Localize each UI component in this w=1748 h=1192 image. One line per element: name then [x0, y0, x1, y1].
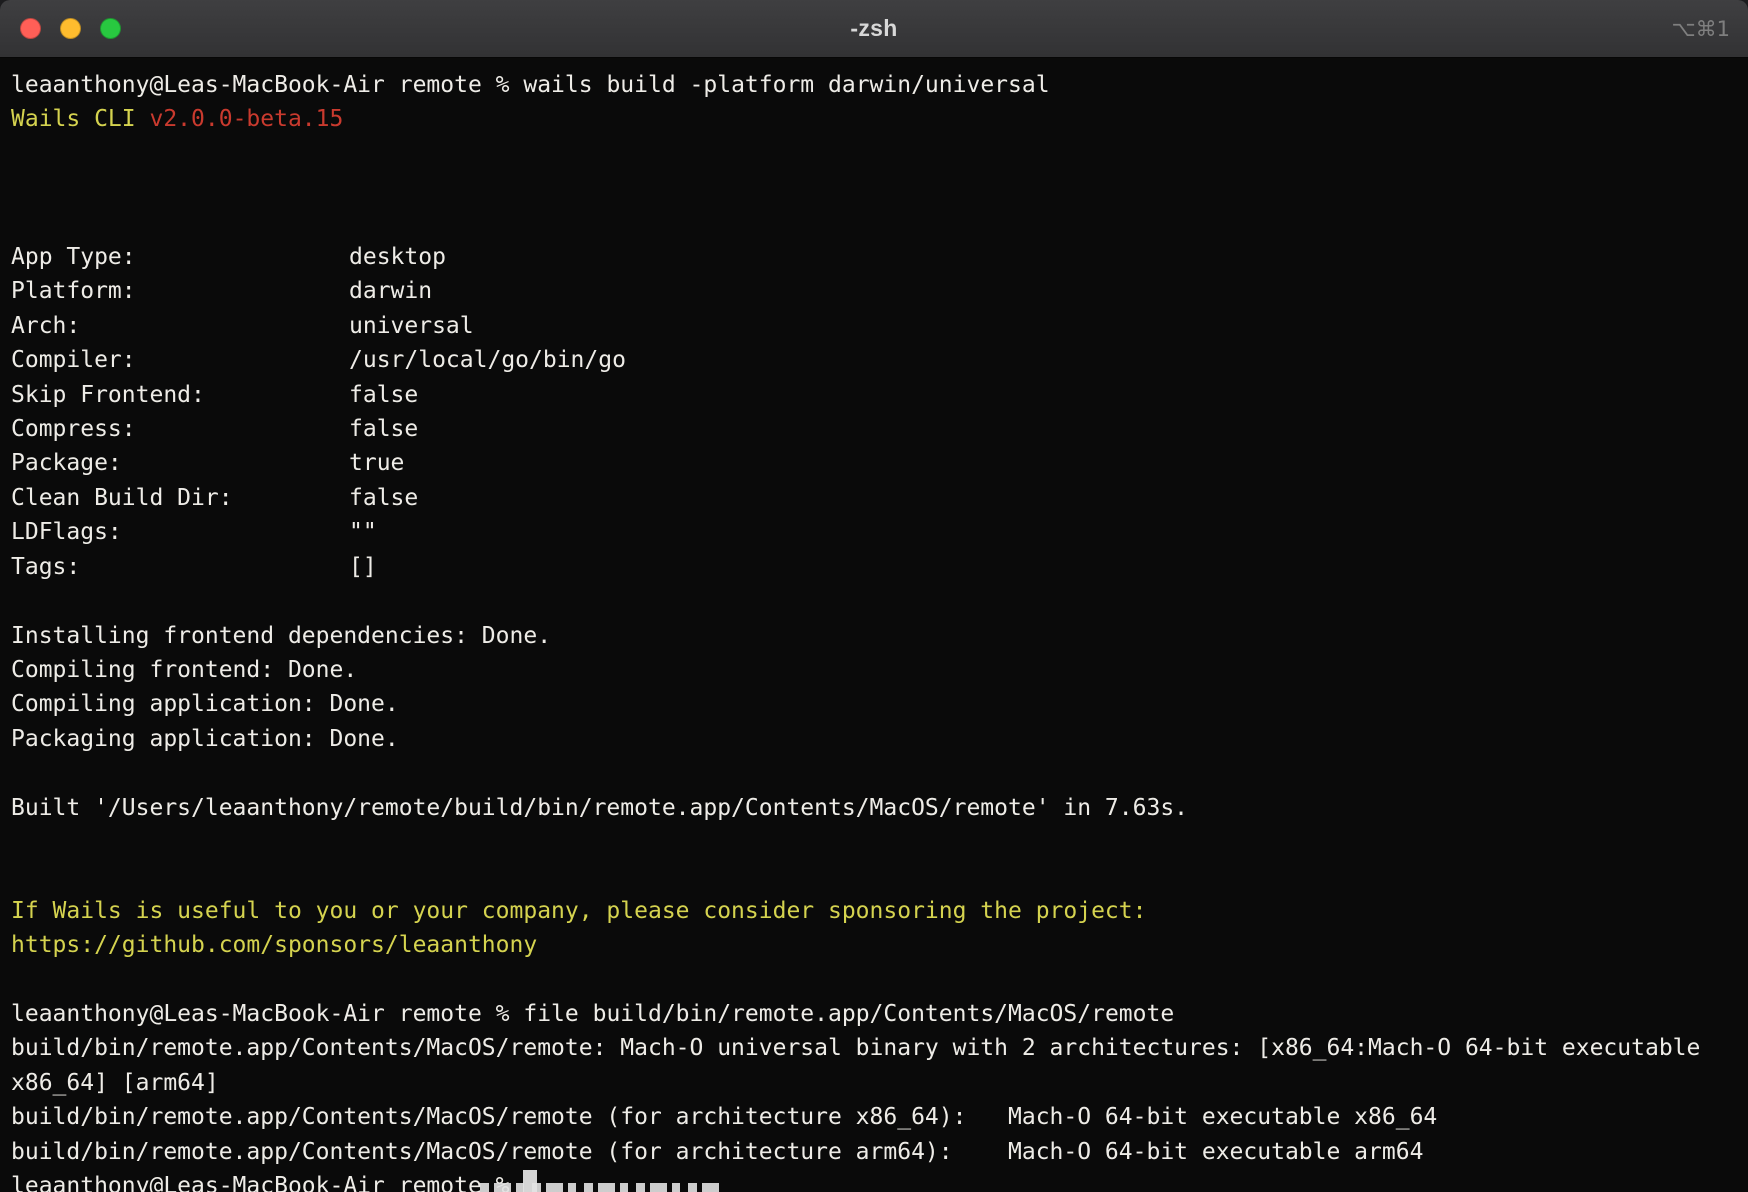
- file-output: build/bin/remote.app/Contents/MacOS/remo…: [11, 1139, 1423, 1165]
- terminal-line: [11, 137, 1737, 171]
- terminal-line: LDFlags:"": [11, 515, 1737, 549]
- config-key: Tags:: [11, 550, 349, 584]
- shell-prompt: leaanthony@Leas-MacBook-Air remote %: [11, 72, 523, 98]
- terminal-line: leaanthony@Leas-MacBook-Air remote %: [11, 1169, 1737, 1192]
- terminal-line: [11, 859, 1737, 893]
- terminal-line: leaanthony@Leas-MacBook-Air remote % wai…: [11, 68, 1737, 102]
- command: file build/bin/remote.app/Contents/MacOS…: [523, 1001, 1174, 1027]
- status-line: Compiling frontend: Done.: [11, 657, 357, 683]
- status-line: Installing frontend dependencies: Done.: [11, 623, 551, 649]
- terminal-line: Wails CLI v2.0.0-beta.15: [11, 102, 1737, 136]
- terminal-line: Compiling application: Done.: [11, 687, 1737, 721]
- config-value: /usr/local/go/bin/go: [349, 347, 626, 373]
- window-shortcut-badge: ⌥⌘1: [1671, 17, 1730, 41]
- terminal-line: Compiler:/usr/local/go/bin/go: [11, 343, 1737, 377]
- file-output: build/bin/remote.app/Contents/MacOS/remo…: [11, 1035, 1700, 1061]
- config-key: Compiler:: [11, 343, 349, 377]
- config-value: "": [349, 519, 377, 545]
- terminal-line: x86_64] [arm64]: [11, 1066, 1737, 1100]
- config-value: darwin: [349, 278, 432, 304]
- shell-prompt: leaanthony@Leas-MacBook-Air remote %: [11, 1001, 523, 1027]
- minimize-button[interactable]: [60, 18, 81, 39]
- zoom-button[interactable]: [100, 18, 121, 39]
- terminal-body[interactable]: leaanthony@Leas-MacBook-Air remote % wai…: [0, 58, 1748, 1192]
- sponsor-message: If Wails is useful to you or your compan…: [11, 898, 1146, 924]
- terminal-line: [11, 963, 1737, 997]
- terminal-line: Compress:false: [11, 412, 1737, 446]
- config-value: false: [349, 485, 418, 511]
- config-key: Skip Frontend:: [11, 378, 349, 412]
- file-output: build/bin/remote.app/Contents/MacOS/remo…: [11, 1104, 1437, 1130]
- terminal-line: Built '/Users/leaanthony/remote/build/bi…: [11, 791, 1737, 825]
- terminal-line: Compiling frontend: Done.: [11, 653, 1737, 687]
- config-value: desktop: [349, 244, 446, 270]
- sponsor-link[interactable]: https://github.com/sponsors/leaanthony: [11, 932, 537, 958]
- file-output: x86_64] [arm64]: [11, 1070, 219, 1096]
- terminal-line: build/bin/remote.app/Contents/MacOS/remo…: [11, 1031, 1737, 1065]
- terminal-line: https://github.com/sponsors/leaanthony: [11, 928, 1737, 962]
- command: wails build -platform darwin/universal: [523, 72, 1049, 98]
- config-value: universal: [349, 313, 474, 339]
- clipped-scrollback-artifact: [480, 1183, 720, 1192]
- terminal-line: [11, 756, 1737, 790]
- terminal-window: -zsh ⌥⌘1 leaanthony@Leas-MacBook-Air rem…: [0, 0, 1748, 1192]
- terminal-line: Platform:darwin: [11, 274, 1737, 308]
- status-line: Compiling application: Done.: [11, 691, 399, 717]
- terminal-line: leaanthony@Leas-MacBook-Air remote % fil…: [11, 997, 1737, 1031]
- terminal-line: If Wails is useful to you or your compan…: [11, 894, 1737, 928]
- terminal-line: Arch:universal: [11, 309, 1737, 343]
- terminal-line: Packaging application: Done.: [11, 722, 1737, 756]
- config-key: Package:: [11, 446, 349, 480]
- terminal-line: App Type:desktop: [11, 240, 1737, 274]
- terminal-line: [11, 584, 1737, 618]
- config-key: Arch:: [11, 309, 349, 343]
- config-value: false: [349, 382, 418, 408]
- config-key: LDFlags:: [11, 515, 349, 549]
- wails-cli-label: Wails CLI: [11, 106, 149, 132]
- config-value: false: [349, 416, 418, 442]
- close-button[interactable]: [20, 18, 41, 39]
- terminal-line: Clean Build Dir:false: [11, 481, 1737, 515]
- shell-prompt: leaanthony@Leas-MacBook-Air remote %: [11, 1173, 523, 1192]
- wails-version: v2.0.0-beta.15: [149, 106, 343, 132]
- terminal-line: build/bin/remote.app/Contents/MacOS/remo…: [11, 1135, 1737, 1169]
- terminal-line: Skip Frontend:false: [11, 378, 1737, 412]
- status-line: Packaging application: Done.: [11, 726, 399, 752]
- terminal-line: Tags:[]: [11, 550, 1737, 584]
- config-key: Platform:: [11, 274, 349, 308]
- window-title: -zsh: [850, 15, 897, 42]
- terminal-line: [11, 825, 1737, 859]
- config-value: true: [349, 450, 404, 476]
- traffic-lights: [20, 0, 121, 57]
- build-result: Built '/Users/leaanthony/remote/build/bi…: [11, 795, 1188, 821]
- terminal-line: [11, 171, 1737, 205]
- config-key: Clean Build Dir:: [11, 481, 349, 515]
- terminal-line: build/bin/remote.app/Contents/MacOS/remo…: [11, 1100, 1737, 1134]
- terminal-line: Package:true: [11, 446, 1737, 480]
- terminal-line: [11, 206, 1737, 240]
- terminal-line: Installing frontend dependencies: Done.: [11, 619, 1737, 653]
- config-value: []: [349, 554, 377, 580]
- titlebar[interactable]: -zsh ⌥⌘1: [0, 0, 1748, 58]
- config-key: App Type:: [11, 240, 349, 274]
- config-key: Compress:: [11, 412, 349, 446]
